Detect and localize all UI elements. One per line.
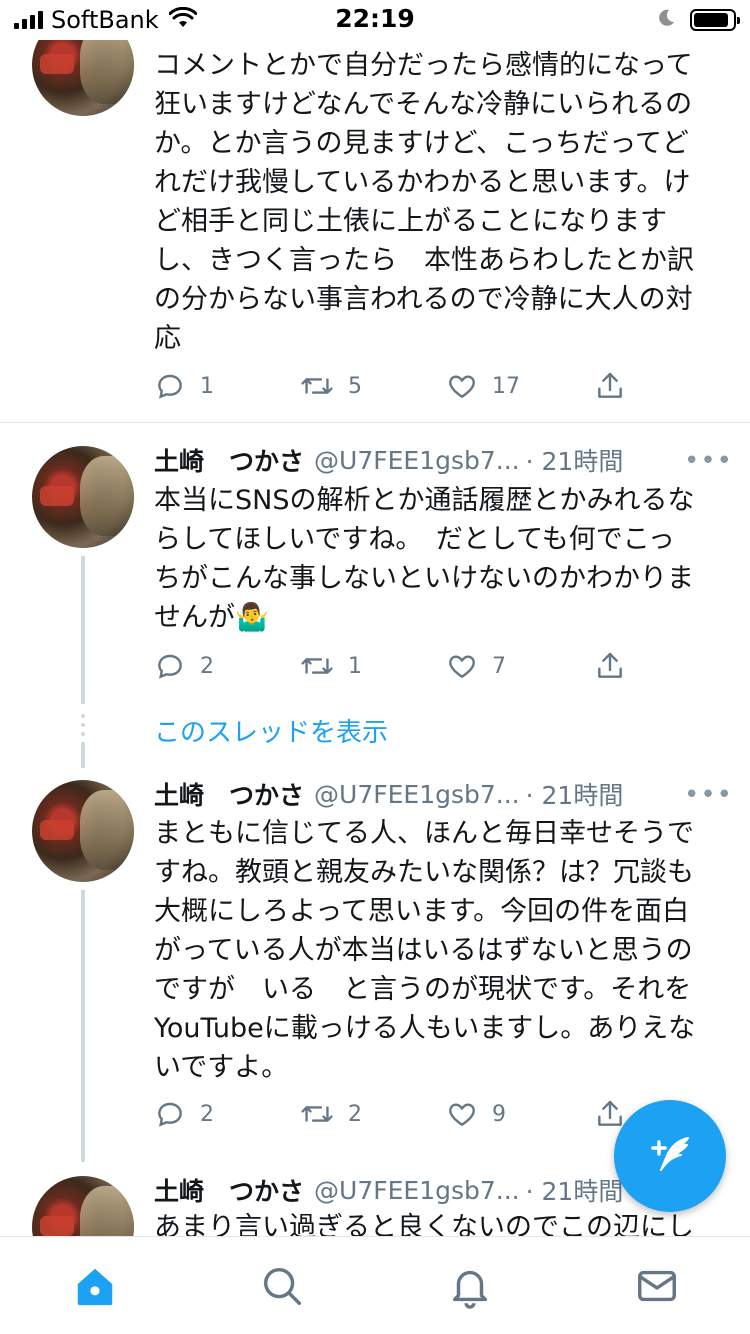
- heart-icon: [446, 650, 478, 682]
- retweet-button[interactable]: 5: [300, 366, 362, 406]
- status-bar: SoftBank 22:19: [0, 0, 750, 40]
- retweet-icon: [300, 650, 334, 682]
- retweet-button[interactable]: 2: [300, 1094, 362, 1134]
- reply-icon: [154, 650, 186, 682]
- author-name[interactable]: 土崎 つかさ: [154, 1172, 304, 1208]
- tweet-actions: 2 1 7: [154, 646, 634, 686]
- share-icon: [594, 370, 626, 402]
- home-icon: [72, 1263, 118, 1313]
- tweet-time: · 21時間: [525, 447, 624, 476]
- timeline-feed[interactable]: コメントとかで自分だったら感情的になって 狂いますけどなんでそんな冷静にいられる…: [0, 0, 750, 1236]
- share-icon: [594, 1098, 626, 1130]
- tweet-text: 本当にSNSの解析とか通話履歴とかみれるな らしてほしいですね。 だとしても何で…: [154, 485, 695, 633]
- like-button[interactable]: 17: [446, 366, 520, 406]
- compose-tweet-button[interactable]: [614, 1100, 726, 1212]
- retweet-icon: [300, 1098, 334, 1130]
- bell-icon: [447, 1263, 493, 1313]
- thread-line: [81, 742, 85, 768]
- author-handle[interactable]: @U7FEE1gsb7...: [314, 780, 520, 809]
- tab-messages[interactable]: [632, 1263, 682, 1313]
- reply-button[interactable]: 2: [154, 1094, 214, 1134]
- tweet-header: 土崎 つかさ @U7FEE1gsb7... · 21時間: [154, 442, 623, 478]
- retweet-button[interactable]: 1: [300, 646, 362, 686]
- tweet-header: 土崎 つかさ @U7FEE1gsb7... · 21時間: [154, 776, 623, 812]
- thread-line: [81, 556, 85, 704]
- tweet-actions: 2 2 9: [154, 1094, 634, 1134]
- moon-icon: [656, 8, 676, 32]
- reply-icon: [154, 1098, 186, 1130]
- tweet-time: · 21時間: [525, 1177, 624, 1206]
- avatar[interactable]: [32, 780, 134, 882]
- tweet-header: 土崎 つかさ @U7FEE1gsb7... · 21時間: [154, 1172, 623, 1208]
- tab-notifications[interactable]: [445, 1263, 495, 1313]
- tweet-text: あまり言い過ぎると良くないのでこの辺にし: [154, 1212, 694, 1236]
- like-button[interactable]: 7: [446, 646, 506, 686]
- avatar[interactable]: [32, 1176, 134, 1236]
- thread-line: [81, 890, 85, 1162]
- reply-icon: [154, 370, 186, 402]
- author-name[interactable]: 土崎 つかさ: [154, 442, 304, 478]
- heart-icon: [446, 1098, 478, 1130]
- share-button[interactable]: [594, 366, 626, 406]
- tweet-time: · 21時間: [525, 781, 624, 810]
- tweet-actions: 1 5 17: [154, 366, 634, 406]
- clock: 22:19: [335, 4, 415, 33]
- tab-home[interactable]: [70, 1263, 120, 1313]
- share-icon: [594, 650, 626, 682]
- heart-icon: [446, 370, 478, 402]
- author-handle[interactable]: @U7FEE1gsb7...: [314, 446, 520, 475]
- divider: [0, 422, 750, 423]
- tweet-text: まともに信じてる人、ほんと毎日幸せそうで すね。教頭と親友みたいな関係？は？冗談…: [154, 818, 696, 1083]
- tab-search[interactable]: [257, 1263, 307, 1313]
- avatar[interactable]: [32, 446, 134, 548]
- share-button[interactable]: [594, 646, 626, 686]
- compose-feather-icon: [642, 1126, 698, 1186]
- author-handle[interactable]: @U7FEE1gsb7...: [314, 1176, 520, 1205]
- battery-icon: [690, 9, 740, 31]
- more-options-icon[interactable]: •••: [684, 780, 733, 810]
- reply-button[interactable]: 1: [154, 366, 214, 406]
- bottom-tab-bar: [0, 1236, 750, 1334]
- more-options-icon[interactable]: •••: [684, 446, 733, 476]
- retweet-icon: [300, 370, 334, 402]
- like-button[interactable]: 9: [446, 1094, 506, 1134]
- thread-gap-dots: [81, 714, 85, 741]
- search-icon: [259, 1263, 305, 1313]
- author-name[interactable]: 土崎 つかさ: [154, 776, 304, 812]
- show-thread-link[interactable]: このスレッドを表示: [154, 712, 388, 749]
- reply-button[interactable]: 2: [154, 646, 214, 686]
- tweet-text: コメントとかで自分だったら感情的になって 狂いますけどなんでそんな冷静にいられる…: [154, 50, 694, 354]
- mail-icon: [634, 1263, 680, 1313]
